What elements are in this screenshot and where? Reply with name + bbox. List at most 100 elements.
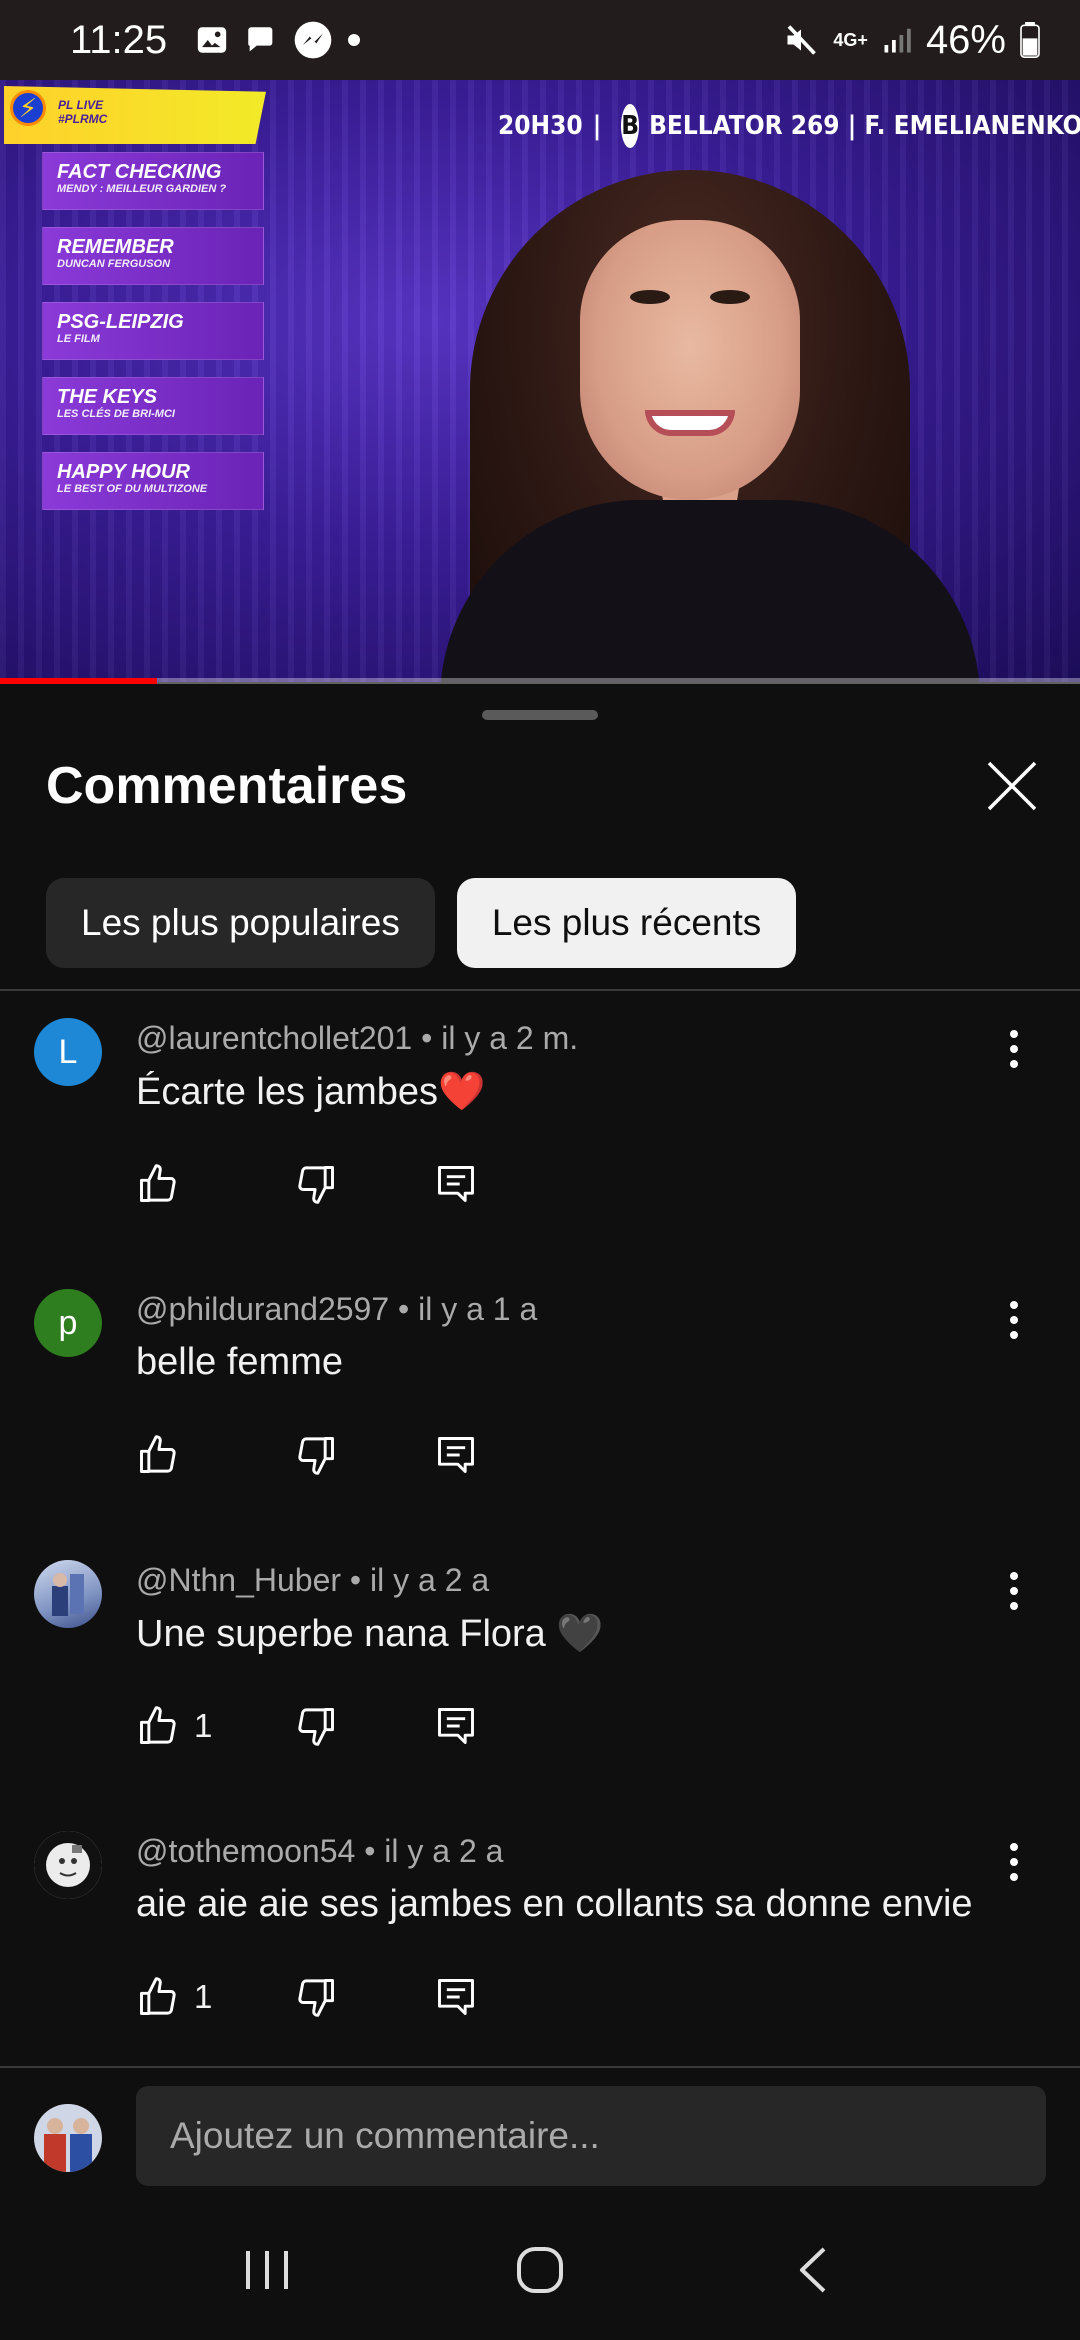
reply-comment-icon xyxy=(438,1166,474,1202)
status-bar: 11:25 4G+ 46% xyxy=(0,0,1080,80)
user-avatar-photo-icon xyxy=(34,2104,102,2172)
comment-item: @Nthn_Huber • il y a 2 a Une superbe nan… xyxy=(0,1552,1080,1822)
network-4g-icon: 4G+ xyxy=(833,30,868,50)
like-button[interactable] xyxy=(136,1433,294,1477)
overlay-menu-item: PSG-LEIPZIG LE FILM xyxy=(42,302,264,360)
chat-bubble-icon xyxy=(243,23,279,57)
video-progress-bar[interactable] xyxy=(0,678,1080,684)
avatar-letter: p xyxy=(58,1303,78,1342)
overlay-menu-item: THE KEYS LES CLÉS DE BRI-MCI xyxy=(42,377,264,435)
comment-actions xyxy=(136,1158,478,1210)
more-options-button[interactable] xyxy=(996,1295,1032,1345)
thumb-up-icon xyxy=(140,1706,176,1744)
signal-icon xyxy=(882,25,912,55)
thumb-down-icon xyxy=(298,1708,334,1746)
more-options-button[interactable] xyxy=(996,1024,1032,1074)
more-vert-icon xyxy=(1010,1843,1018,1881)
comment-text: belle femme xyxy=(136,1341,343,1383)
system-nav-bar xyxy=(0,2200,1080,2340)
comment-meta[interactable]: @laurentchollet201 • il y a 2 m. xyxy=(136,1020,578,1057)
reply-button[interactable] xyxy=(434,1162,478,1206)
user-avatar[interactable] xyxy=(34,2104,102,2172)
comment-actions: 1 xyxy=(136,1700,478,1752)
bellator-logo-icon: B xyxy=(621,104,640,148)
messenger-icon xyxy=(293,20,333,60)
mute-icon xyxy=(783,22,819,58)
reply-comment-icon xyxy=(438,1979,474,2015)
chip-most-recent[interactable]: Les plus récents xyxy=(456,878,797,968)
battery-percent: 46% xyxy=(925,17,1006,62)
recent-apps-button[interactable] xyxy=(207,2220,327,2320)
more-vert-icon xyxy=(1010,1572,1018,1610)
like-count: 1 xyxy=(194,1978,213,2015)
battery-icon xyxy=(1020,22,1040,58)
home-button[interactable] xyxy=(480,2220,600,2320)
comment-meta[interactable]: @Nthn_Huber • il y a 2 a xyxy=(136,1562,489,1599)
more-vert-icon xyxy=(1010,1030,1018,1068)
more-vert-icon xyxy=(1010,1301,1018,1339)
thumb-up-icon xyxy=(140,1164,176,1202)
reply-comment-icon xyxy=(438,1708,474,1744)
dislike-button[interactable] xyxy=(294,1975,434,2019)
ticker-text: BELLATOR 269 | F. EMELIANENKO v T. JO xyxy=(649,111,1080,141)
video-player[interactable]: ⚡ PL LIVE #PLRMC 20H30 | B BELLATOR 269 … xyxy=(0,80,1080,682)
gallery-icon xyxy=(195,23,229,57)
close-button[interactable] xyxy=(984,758,1040,814)
like-button[interactable]: 1 xyxy=(136,1975,294,2019)
comment-input[interactable] xyxy=(136,2086,1046,2186)
dislike-button[interactable] xyxy=(294,1704,434,1748)
video-progress-fill xyxy=(0,678,157,684)
thumb-up-icon xyxy=(140,1435,176,1473)
comment-text: aie aie aie ses jambes en collants sa do… xyxy=(136,1883,973,1925)
comments-sheet: Commentaires Les plus populaires Les plu… xyxy=(0,686,1080,2340)
avatar[interactable] xyxy=(34,1560,102,1628)
avatar[interactable]: p xyxy=(34,1289,102,1357)
like-count: 1 xyxy=(194,1707,213,1744)
comment-item: L @laurentchollet201 • il y a 2 m. Écart… xyxy=(0,1010,1080,1280)
chip-most-popular[interactable]: Les plus populaires xyxy=(46,878,435,968)
comment-actions xyxy=(136,1429,478,1481)
more-options-button[interactable] xyxy=(996,1837,1032,1887)
composer-divider xyxy=(0,2066,1080,2068)
comment-actions: 1 xyxy=(136,1971,478,2023)
thumb-down-icon xyxy=(298,1979,334,2017)
divider xyxy=(0,989,1080,991)
dislike-button[interactable] xyxy=(294,1433,434,1477)
moon-avatar-icon xyxy=(34,1831,102,1899)
comment-item: @tothemoon54 • il y a 2 a aie aie aie se… xyxy=(0,1823,1080,2093)
comments-title: Commentaires xyxy=(46,757,408,815)
avatar[interactable]: L xyxy=(34,1018,102,1086)
thumb-down-icon xyxy=(298,1437,334,1475)
network-label: 4G+ xyxy=(833,30,868,50)
back-icon xyxy=(800,2247,826,2293)
more-options-button[interactable] xyxy=(996,1566,1032,1616)
like-button[interactable]: 1 xyxy=(136,1704,294,1748)
status-right: 4G+ 46% xyxy=(783,18,1040,63)
live-badge-text: PL LIVE #PLRMC xyxy=(58,98,108,126)
avatar-photo-icon xyxy=(52,1573,84,1616)
ticker-time: 20H30 xyxy=(498,111,583,141)
reply-button[interactable] xyxy=(434,1433,478,1477)
status-left: 11:25 xyxy=(70,18,361,63)
notification-dot-icon xyxy=(347,33,361,47)
home-icon xyxy=(516,2247,563,2293)
avatar[interactable] xyxy=(34,1831,102,1899)
overlay-menu-item: FACT CHECKING MENDY : MEILLEUR GARDIEN ? xyxy=(42,152,264,210)
comment-meta[interactable]: @phildurand2597 • il y a 1 a xyxy=(136,1291,537,1328)
video-presenter-image xyxy=(440,140,980,682)
video-overlay-menu: FACT CHECKING MENDY : MEILLEUR GARDIEN ? … xyxy=(42,152,264,510)
status-time: 11:25 xyxy=(70,17,168,62)
back-button[interactable] xyxy=(753,2220,873,2320)
comment-meta[interactable]: @tothemoon54 • il y a 2 a xyxy=(136,1833,503,1870)
recent-apps-icon xyxy=(245,2251,288,2289)
live-badge: ⚡ PL LIVE #PLRMC xyxy=(4,86,266,144)
reply-button[interactable] xyxy=(434,1704,478,1748)
reply-button[interactable] xyxy=(434,1975,478,2019)
comment-item: p @phildurand2597 • il y a 1 a belle fem… xyxy=(0,1281,1080,1551)
sheet-drag-handle[interactable] xyxy=(482,710,598,720)
comment-text: Écarte les jambes❤️ xyxy=(136,1071,486,1113)
thumb-up-icon xyxy=(140,1977,176,2015)
avatar-letter: L xyxy=(58,1032,78,1071)
like-button[interactable] xyxy=(136,1162,294,1206)
dislike-button[interactable] xyxy=(294,1162,434,1206)
